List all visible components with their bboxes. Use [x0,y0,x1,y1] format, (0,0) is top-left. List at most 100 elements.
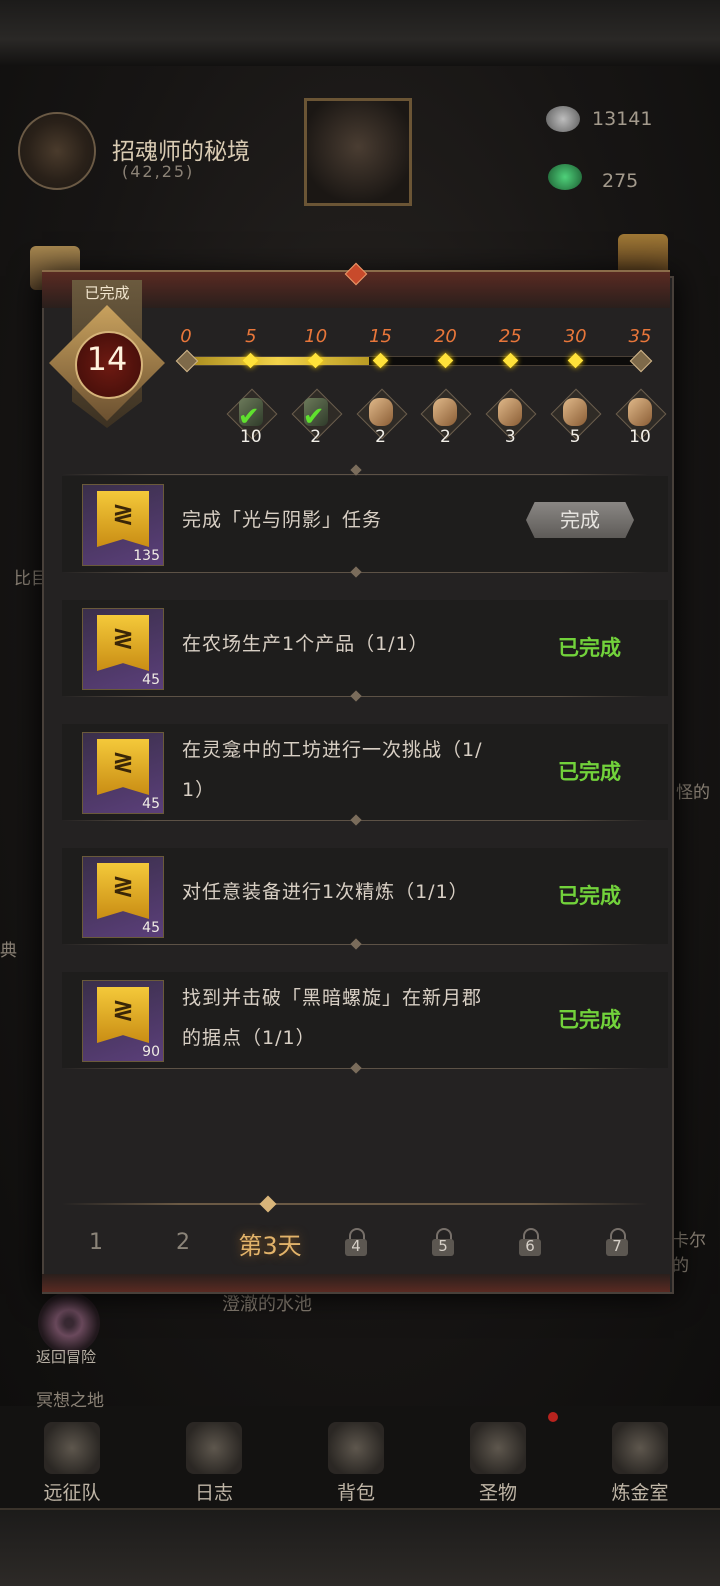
milestone-label: 30 [563,326,587,347]
milestone-label: 0 [180,326,192,347]
lock-day-number: 6 [525,1237,535,1255]
task-points-icon: ≷ 135 [82,484,164,566]
day-tab-7[interactable]: 7 [606,1228,628,1256]
realm-emblem-icon[interactable] [18,112,96,190]
banner-symbol: ≷ [112,871,134,901]
modal-bottom-ornament [42,1274,670,1292]
reward-count: 2 [375,427,386,447]
task-status-completed: 已完成 [558,760,621,784]
task-description: 找到并击破「黑暗螺旋」在新月郡 的据点（1/1） [182,978,522,1058]
top-frame [0,0,720,68]
nav-alchemy[interactable]: 炼金室 [568,1416,712,1508]
lock-day-number: 5 [438,1237,448,1255]
task-points: 90 [142,1044,160,1060]
realm-title: 招魂师的秘境 [112,139,250,165]
reward-count: 10 [240,427,262,447]
nav-log[interactable]: 日志 [142,1416,286,1508]
lock-day-number: 7 [612,1237,622,1255]
silver-coin-icon [546,106,580,132]
green-gem-value: 275 [602,170,639,192]
scroll-icon [628,398,652,426]
day-tab-5[interactable]: 5 [432,1228,454,1256]
nav-label: 背包 [336,1482,375,1504]
task-line: 的据点（1/1） [182,1027,316,1049]
banner-symbol: ≷ [112,623,134,653]
hero-portrait[interactable] [304,98,412,206]
reward-count: 10 [629,427,651,447]
day-tab-4[interactable]: 4 [345,1228,367,1256]
task-description: 完成「光与阴影」任务 [182,500,522,540]
relic-icon [470,1422,526,1474]
task-line: 1） [182,779,216,801]
nav-expedition[interactable]: 远征队 [0,1416,144,1508]
badge-label: 已完成 [84,284,130,302]
task-points: 45 [142,796,160,812]
completed-count: 14 [86,340,128,378]
banner-symbol: ≷ [112,499,134,529]
task-points: 45 [142,920,160,936]
scroll-icon [563,398,588,426]
task-points: 135 [133,548,160,564]
milestone-label: 5 [245,326,257,347]
area-label: 冥想之地 [36,1391,104,1411]
complete-task-button[interactable]: 完成 [526,502,634,538]
completed-count-medal: 14 [49,305,165,421]
task-points-icon: ≷ 45 [82,608,164,690]
green-gem-icon [548,164,582,190]
nav-label: 圣物 [478,1482,517,1504]
bottom-frame [0,1508,720,1586]
task-description: 在灵龛中的工坊进行一次挑战（1/1） [182,730,522,810]
task-line: 在灵龛中的工坊进行一次挑战（1/ [182,739,483,761]
reward-count: 5 [569,427,581,447]
realm-coordinates: (42,25) [122,162,195,181]
reward-count: 2 [440,427,451,447]
task-line: 对任意装备进行1次精炼（1/1） [182,881,469,903]
side-text-right-2: 怪的 [676,783,710,803]
banner-symbol: ≷ [112,747,134,777]
task-line: 找到并击破「黑暗螺旋」在新月郡 [182,987,483,1009]
silver-coin-value: 13141 [592,108,653,130]
return-adventure-label[interactable]: 返回冒险 [36,1346,96,1367]
day-tab-3[interactable]: 第3天 [228,1226,312,1261]
milestone-label: 20 [433,326,457,347]
task-points-icon: ≷ 45 [82,732,164,814]
task-description: 在农场生产1个产品（1/1） [182,624,522,664]
task-description: 对任意装备进行1次精炼（1/1） [182,872,522,912]
scroll-icon [368,398,393,426]
scroll-log-icon [186,1422,242,1474]
nav-label: 远征队 [43,1482,101,1504]
day-tab-2[interactable]: 2 [153,1230,213,1255]
task-points: 45 [142,672,160,688]
scroll-icon [433,398,458,426]
nav-relic[interactable]: 圣物 [426,1416,570,1508]
milestone-label: 10 [304,326,328,347]
nav-backpack[interactable]: 背包 [284,1416,428,1508]
task-line: 在农场生产1个产品（1/1） [182,633,429,655]
viking-helmet-icon [44,1422,100,1474]
nav-label: 炼金室 [611,1482,669,1504]
tabs-divider [62,1203,648,1205]
reward-count: 2 [310,427,322,447]
task-points-icon: ≷ 45 [82,856,164,938]
banner-symbol: ≷ [112,995,134,1025]
lock-day-number: 4 [351,1237,361,1255]
task-points-icon: ≷ 90 [82,980,164,1062]
day-tab-1[interactable]: 1 [66,1230,126,1255]
portal-orb-icon[interactable] [38,1292,100,1354]
task-status-completed: 已完成 [558,1008,621,1032]
progress-fill [187,357,369,365]
reward-count: 3 [504,427,516,447]
side-text-right-1: 卡尔的 [672,1231,706,1276]
nav-label: 日志 [194,1482,233,1504]
alchemy-icon [612,1422,668,1474]
milestone-label: 25 [498,326,522,347]
scroll-icon [498,398,523,426]
task-status-completed: 已完成 [558,636,621,660]
milestone-label: 15 [369,326,393,347]
task-line: 完成「光与阴影」任务 [182,509,383,531]
backpack-icon [328,1422,384,1474]
day-tab-6[interactable]: 6 [519,1228,541,1256]
side-text-left-2: 典 [0,941,17,961]
milestone-label: 35 [628,326,652,347]
task-status-completed: 已完成 [558,884,621,908]
